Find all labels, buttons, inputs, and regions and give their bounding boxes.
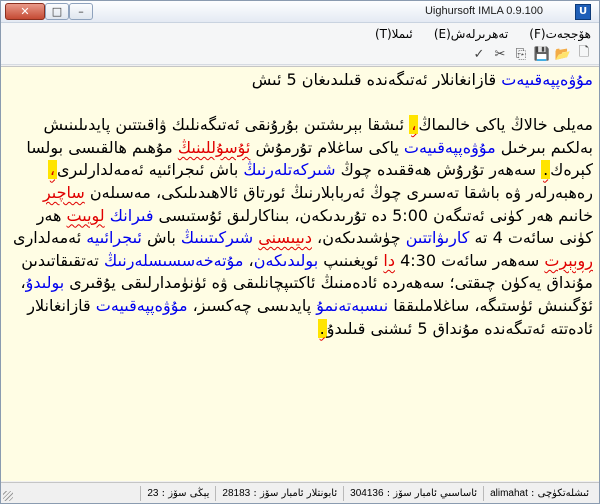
text-run: سەھەر سائەت 4:30 — [394, 250, 545, 270]
text-run: باش — [141, 228, 181, 248]
flagged-punctuation: ، — [409, 115, 419, 135]
spellcheck-icon[interactable]: ✓ — [470, 45, 488, 63]
known-word: مۇۋەپپەقىيەت — [501, 70, 593, 89]
known-word: مۇۋەپپەقىيەت — [95, 295, 188, 315]
empty-line — [13, 92, 593, 115]
flagged-punctuation: ، — [47, 160, 58, 180]
status-new-words: يېڭى سۆز : 23 — [140, 485, 215, 501]
text-run: چۈشىدىكەن، — [311, 228, 406, 248]
app-logo-icon: U — [575, 4, 591, 20]
misspelled-word: روبېرت — [544, 250, 593, 270]
toolbar: 🗋 📂 💾 ⎘ ✂ ✓ — [1, 43, 599, 65]
text-run: پايدىسى چەكسىز، — [187, 295, 317, 315]
save-icon[interactable]: 💾 — [533, 45, 551, 63]
misspelled-word: لويىت — [66, 205, 105, 225]
text-run: ، — [243, 250, 254, 270]
title-bar[interactable]: ✕ □ – Uighursoft IMLA 0.9.100 U — [1, 1, 599, 23]
misspelled-word: دا — [383, 250, 395, 270]
known-word: مۇۋەپپەقىيەت — [403, 137, 496, 157]
maximize-button[interactable]: □ — [45, 3, 69, 20]
known-word: مۇتەخەسسىسلەرنىڭ — [103, 250, 244, 270]
document-body[interactable]: مۇۋەپپەقىيەت قازانغانلار ئەتىگەندە قىلىد… — [1, 67, 599, 340]
misspelled-word: ساچىر — [42, 182, 85, 202]
misspelled-word: ئۇسۇللىنىڭ — [177, 137, 251, 157]
document-heading: مۇۋەپپەقىيەت قازانغانلار ئەتىگەندە قىلىد… — [13, 69, 593, 92]
known-word: بولىدىكەن — [253, 250, 319, 270]
status-bar: ئىشلەتكۈچى : alimahat ئاساسىي ئامبار سۆز… — [1, 482, 599, 503]
known-word: نىسبەتەنمۇ — [316, 295, 389, 315]
status-user-dictionary: ئابونتلار ئامبار سۆز : 28183 — [215, 485, 343, 501]
known-word: بولىدۇ — [25, 273, 65, 293]
text-run: ئەمەلدارى — [13, 228, 87, 248]
menu-spelling[interactable]: ئىملا(T) — [367, 24, 421, 44]
text-run: خانىم ھەر كۈنى ئەتىگەن 5:00 دە تۇرىدىكەن… — [153, 205, 593, 225]
window-title: Uighursoft IMLA 0.9.100 — [424, 5, 543, 17]
known-word: شىركەتلەرنىڭ — [243, 160, 336, 180]
new-file-icon[interactable]: 🗋 — [575, 45, 593, 63]
app-window: ✕ □ – Uighursoft IMLA 0.9.100 U ھۆججەت(F… — [0, 0, 600, 504]
status-user: ئىشلەتكۈچى : alimahat — [483, 485, 595, 501]
text-run: ئويغىنىپ — [318, 250, 384, 270]
document-paragraph: مەيلى خالاڭ ياكى خالىماڭ، ئىشقا بېرىشتىن… — [13, 114, 593, 340]
cut-icon[interactable]: ✂ — [491, 45, 509, 63]
close-button[interactable]: ✕ — [5, 3, 45, 20]
resize-grip-icon[interactable] — [3, 491, 13, 501]
text-run: مەيلى خالاڭ ياكى خالىماڭ — [418, 115, 593, 135]
known-word: كارىۋاتتىن — [405, 228, 470, 248]
flagged-punctuation: . — [317, 318, 327, 338]
menu-file[interactable]: ھۆججەت(F) — [521, 24, 599, 44]
text-run: سەھەر تۇرۇش ھەققىدە چوڭ — [335, 160, 542, 180]
text-run: باش ئىجرائىيە ئەمەلدارلىرى — [57, 160, 244, 180]
known-word: ئىجرائىيە — [86, 228, 142, 248]
known-word: شىركىتىنىڭ — [180, 228, 254, 248]
minimize-button[interactable]: – — [69, 3, 93, 20]
text-run: قازانغانلار ئەتىگەندە قىلىدىغان 5 ئىش — [251, 70, 502, 89]
flagged-punctuation: . — [541, 160, 551, 180]
status-main-dictionary: ئاساسىي ئامبار سۆز : 304136 — [343, 485, 483, 501]
text-run: رەھبەرلەر ۋە باشقا تەسىرى چوڭ ئەربابلارن… — [84, 182, 593, 202]
menu-edit[interactable]: تەھرىرلەش(E) — [426, 24, 516, 44]
misspelled-word: دىيىسنى — [258, 228, 312, 248]
known-word: فىرانك — [109, 205, 154, 225]
open-folder-icon[interactable]: 📂 — [554, 45, 572, 63]
text-run: ياكى ساغلام تۇرمۇش — [250, 137, 404, 157]
text-editor[interactable]: مۇۋەپپەقىيەت قازانغانلار ئەتىگەندە قىلىد… — [1, 66, 599, 481]
copy-icon[interactable]: ⎘ — [512, 45, 530, 63]
menu-bar: ھۆججەت(F) تەھرىرلەش(E) ئىملا(T) — [1, 23, 599, 43]
